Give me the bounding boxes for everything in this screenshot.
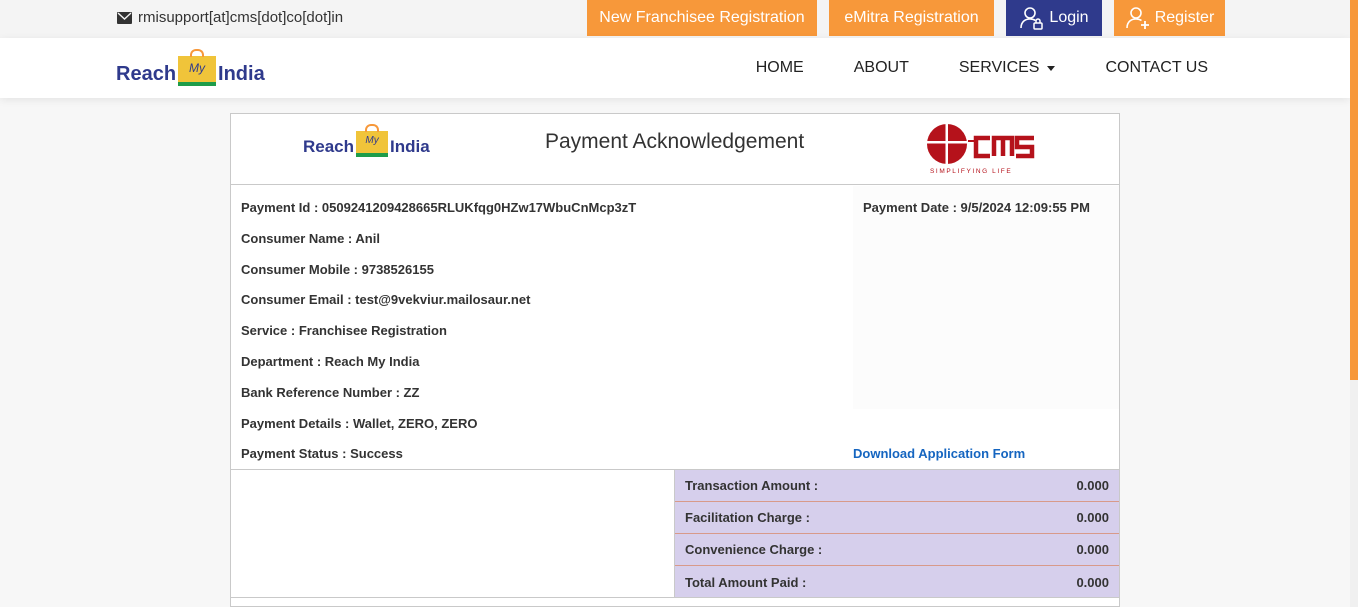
new-franchisee-registration-button[interactable]: New Franchisee Registration bbox=[587, 0, 817, 36]
payment-status: Payment Status : Success bbox=[241, 446, 403, 461]
amount-row-transaction: Transaction Amount : 0.000 bbox=[675, 470, 1119, 502]
receipt-logo-reach: Reach bbox=[303, 137, 355, 156]
main-navbar: Reach My India HOME ABOUT SERVICES CONTA… bbox=[0, 38, 1350, 98]
user-plus-icon bbox=[1125, 7, 1149, 29]
logo-word-reach: Reach bbox=[116, 63, 177, 85]
nav-contact-us[interactable]: CONTACT US bbox=[1105, 59, 1208, 77]
emitra-registration-label: eMitra Registration bbox=[844, 9, 979, 26]
details-right-panel bbox=[853, 186, 1119, 409]
amount-label: Facilitation Charge : bbox=[685, 510, 810, 525]
card-footer-divider bbox=[231, 597, 1119, 598]
nav-about-label: ABOUT bbox=[853, 59, 909, 76]
payment-id: Payment Id : 0509241209428665RLUKfqg0HZw… bbox=[241, 200, 637, 215]
consumer-mobile: Consumer Mobile : 9738526155 bbox=[241, 262, 434, 277]
bank-reference-number: Bank Reference Number : ZZ bbox=[241, 385, 420, 400]
receipt-logo-india: India bbox=[390, 137, 430, 156]
payment-details: Payment Details : Wallet, ZERO, ZERO bbox=[241, 416, 478, 431]
logo-word-india: India bbox=[218, 63, 265, 85]
payment-details-section: Payment Id : 0509241209428665RLUKfqg0HZw… bbox=[231, 186, 1119, 469]
top-bar: rmisupport[at]cms[dot]co[dot]in New Fran… bbox=[0, 0, 1350, 38]
amount-label: Total Amount Paid : bbox=[685, 574, 807, 590]
amount-row-total: Total Amount Paid : 0.000 bbox=[675, 566, 1119, 598]
receipt-logo: Reach My India bbox=[303, 131, 430, 157]
amount-summary: Transaction Amount : 0.000 Facilitation … bbox=[231, 469, 1119, 598]
nav-services-label: SERVICES bbox=[958, 59, 1040, 76]
amount-row-facilitation: Facilitation Charge : 0.000 bbox=[675, 502, 1119, 534]
amounts-table: Transaction Amount : 0.000 Facilitation … bbox=[675, 470, 1119, 598]
user-lock-icon bbox=[1020, 7, 1044, 30]
login-button[interactable]: Login bbox=[1006, 0, 1102, 36]
payment-acknowledgement-card: Reach My India Payment Acknowledgement S… bbox=[230, 113, 1120, 607]
page-scrollbar[interactable] bbox=[1350, 0, 1358, 607]
summary-blank-area bbox=[231, 470, 675, 598]
nav-home-label: HOME bbox=[755, 59, 804, 76]
amount-label: Transaction Amount : bbox=[685, 478, 819, 493]
department: Department : Reach My India bbox=[241, 354, 420, 369]
amount-value: 0.000 bbox=[1076, 510, 1109, 525]
cms-logo: SIMPLIFYING LIFE bbox=[926, 124, 1035, 175]
register-button[interactable]: Register bbox=[1114, 0, 1225, 36]
logo-word-my: My bbox=[178, 56, 217, 86]
receipt-logo-my: My bbox=[356, 131, 389, 157]
nav-services-dropdown[interactable]: SERVICES bbox=[959, 59, 1056, 77]
emitra-registration-button[interactable]: eMitra Registration bbox=[829, 0, 994, 36]
download-application-form-link[interactable]: Download Application Form bbox=[853, 446, 1025, 461]
receipt-header: Reach My India Payment Acknowledgement S… bbox=[231, 114, 1119, 185]
caret-down-icon bbox=[1047, 65, 1056, 71]
receipt-title: Payment Acknowledgement bbox=[545, 130, 805, 153]
site-logo[interactable]: Reach My India bbox=[116, 56, 265, 86]
consumer-email: Consumer Email : test@9vekviur.mailosaur… bbox=[241, 292, 531, 307]
envelope-icon bbox=[117, 11, 132, 24]
support-email: rmisupport[at]cms[dot]co[dot]in bbox=[117, 9, 343, 26]
cms-tagline: SIMPLIFYING LIFE bbox=[930, 168, 1012, 175]
login-label: Login bbox=[1049, 9, 1089, 26]
amount-label: Convenience Charge : bbox=[685, 542, 823, 557]
nav-menu: HOME ABOUT SERVICES CONTACT US bbox=[756, 38, 1208, 98]
amount-value: 0.000 bbox=[1076, 478, 1109, 493]
nav-contact-label: CONTACT US bbox=[1105, 59, 1208, 76]
amount-value: 0.000 bbox=[1076, 574, 1109, 590]
consumer-name: Consumer Name : Anil bbox=[241, 231, 380, 246]
service: Service : Franchisee Registration bbox=[241, 323, 447, 338]
support-email-text: rmisupport[at]cms[dot]co[dot]in bbox=[138, 9, 344, 26]
new-franchisee-registration-label: New Franchisee Registration bbox=[599, 9, 805, 26]
amount-row-convenience: Convenience Charge : 0.000 bbox=[675, 534, 1119, 566]
amount-value: 0.000 bbox=[1076, 542, 1109, 557]
nav-about[interactable]: ABOUT bbox=[854, 59, 909, 77]
register-label: Register bbox=[1154, 9, 1215, 26]
nav-home[interactable]: HOME bbox=[756, 59, 804, 77]
scrollbar-thumb[interactable] bbox=[1350, 0, 1358, 380]
payment-date: Payment Date : 9/5/2024 12:09:55 PM bbox=[863, 200, 1090, 215]
